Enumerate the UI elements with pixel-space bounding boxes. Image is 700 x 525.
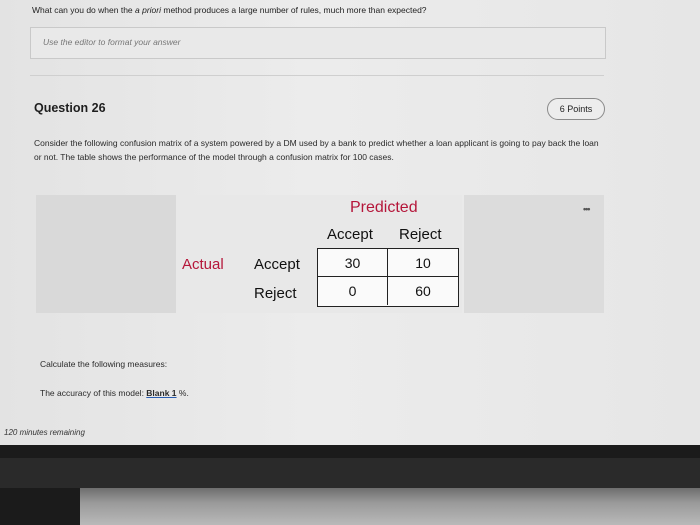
figure-panel-left [36,195,176,313]
prev-question-part-1: What can you do when the [32,5,136,15]
col-header-accept: Accept [327,226,373,243]
prev-question-italic: a priori [135,5,161,15]
predicted-label: Predicted [350,199,418,216]
matrix-cell-reject-accept: 0 [318,277,388,305]
time-remaining: 120 minutes remaining [4,428,85,437]
desk-surface [80,488,700,525]
accuracy-label: The accuracy of this model: [40,388,147,398]
accuracy-suffix: %. [176,388,189,398]
accuracy-question: The accuracy of this model: Blank 1 %. [40,388,189,398]
matrix-cell-accept-accept: 30 [318,249,388,277]
editor-placeholder: Use the editor to format your answer [43,37,181,47]
col-header-reject: Reject [399,226,442,243]
calculate-prompt: Calculate the following measures: [40,359,168,369]
row-header-accept: Accept [254,256,300,273]
confusion-matrix-table: 30 10 0 60 [317,248,459,307]
prev-question-part-2: method produces a large number of rules,… [161,5,427,15]
question-divider [30,75,604,76]
monitor-edge [0,458,700,488]
answer-editor[interactable]: Use the editor to format your answer [30,27,606,59]
question-description: Consider the following confusion matrix … [34,138,599,162]
matrix-cell-reject-reject: 60 [415,283,431,299]
actual-label: Actual [182,256,224,273]
more-options-icon[interactable]: ••• [583,204,591,214]
question-title: Question 26 [34,101,106,115]
previous-question-text: What can you do when the a priori method… [32,5,427,15]
row-header-reject: Reject [254,285,297,302]
blank-1-input[interactable]: Blank 1 [146,388,176,398]
points-badge: 6 Points [547,98,605,120]
quiz-page: What can you do when the a priori method… [0,0,700,445]
matrix-cell-accept-reject: 10 [388,249,458,277]
